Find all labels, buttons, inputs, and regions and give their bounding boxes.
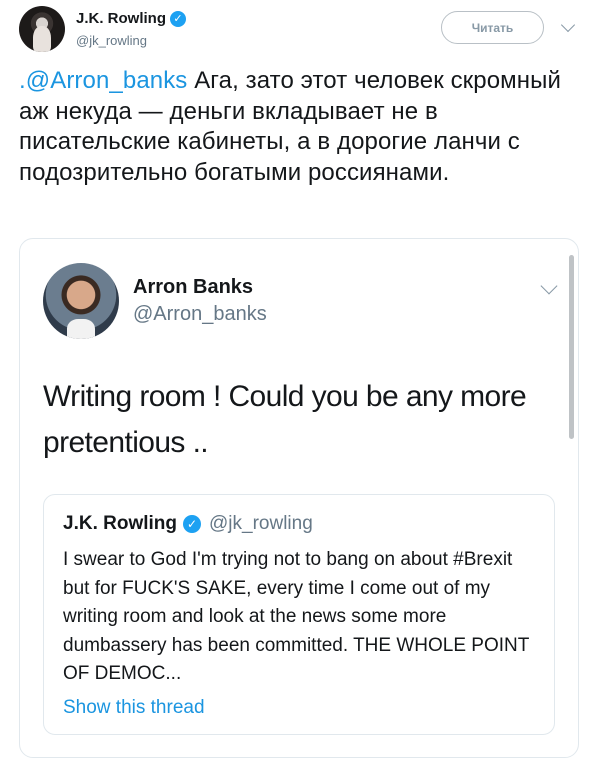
inner-quote-author-name: J.K. Rowling [63, 513, 177, 534]
inner-quote-text: I swear to God I'm trying not to bang on… [63, 549, 530, 685]
inner-quote-author-handle: @jk_rowling [209, 513, 313, 534]
tweet-text: .@Arron_banks Ага, зато этот человек скр… [19, 66, 594, 188]
verified-badge-icon: ✓ [170, 10, 186, 27]
author-name-row[interactable]: J.K. Rowling ✓ [76, 10, 186, 27]
quoted-author-name[interactable]: Arron Banks [133, 276, 253, 299]
inner-quote-header: J.K. Rowling ✓ @jk_rowling [63, 513, 313, 535]
chevron-down-icon[interactable] [560, 17, 576, 33]
quoted-author-handle[interactable]: @Arron_banks [133, 303, 267, 326]
author-name[interactable]: J.K. Rowling [76, 10, 166, 27]
quoted-author-avatar[interactable] [43, 263, 119, 339]
quoted-tweet-text: Writing room ! Could you be any more pre… [43, 380, 527, 459]
follow-button[interactable]: Читать [441, 11, 544, 44]
author-avatar[interactable] [19, 6, 65, 52]
show-thread-link[interactable]: Show this thread [63, 697, 205, 719]
verified-badge-icon: ✓ [183, 515, 201, 533]
mention-link[interactable]: .@Arron_banks [19, 67, 187, 94]
scrollbar[interactable] [569, 255, 574, 439]
author-handle[interactable]: @jk_rowling [76, 33, 147, 48]
